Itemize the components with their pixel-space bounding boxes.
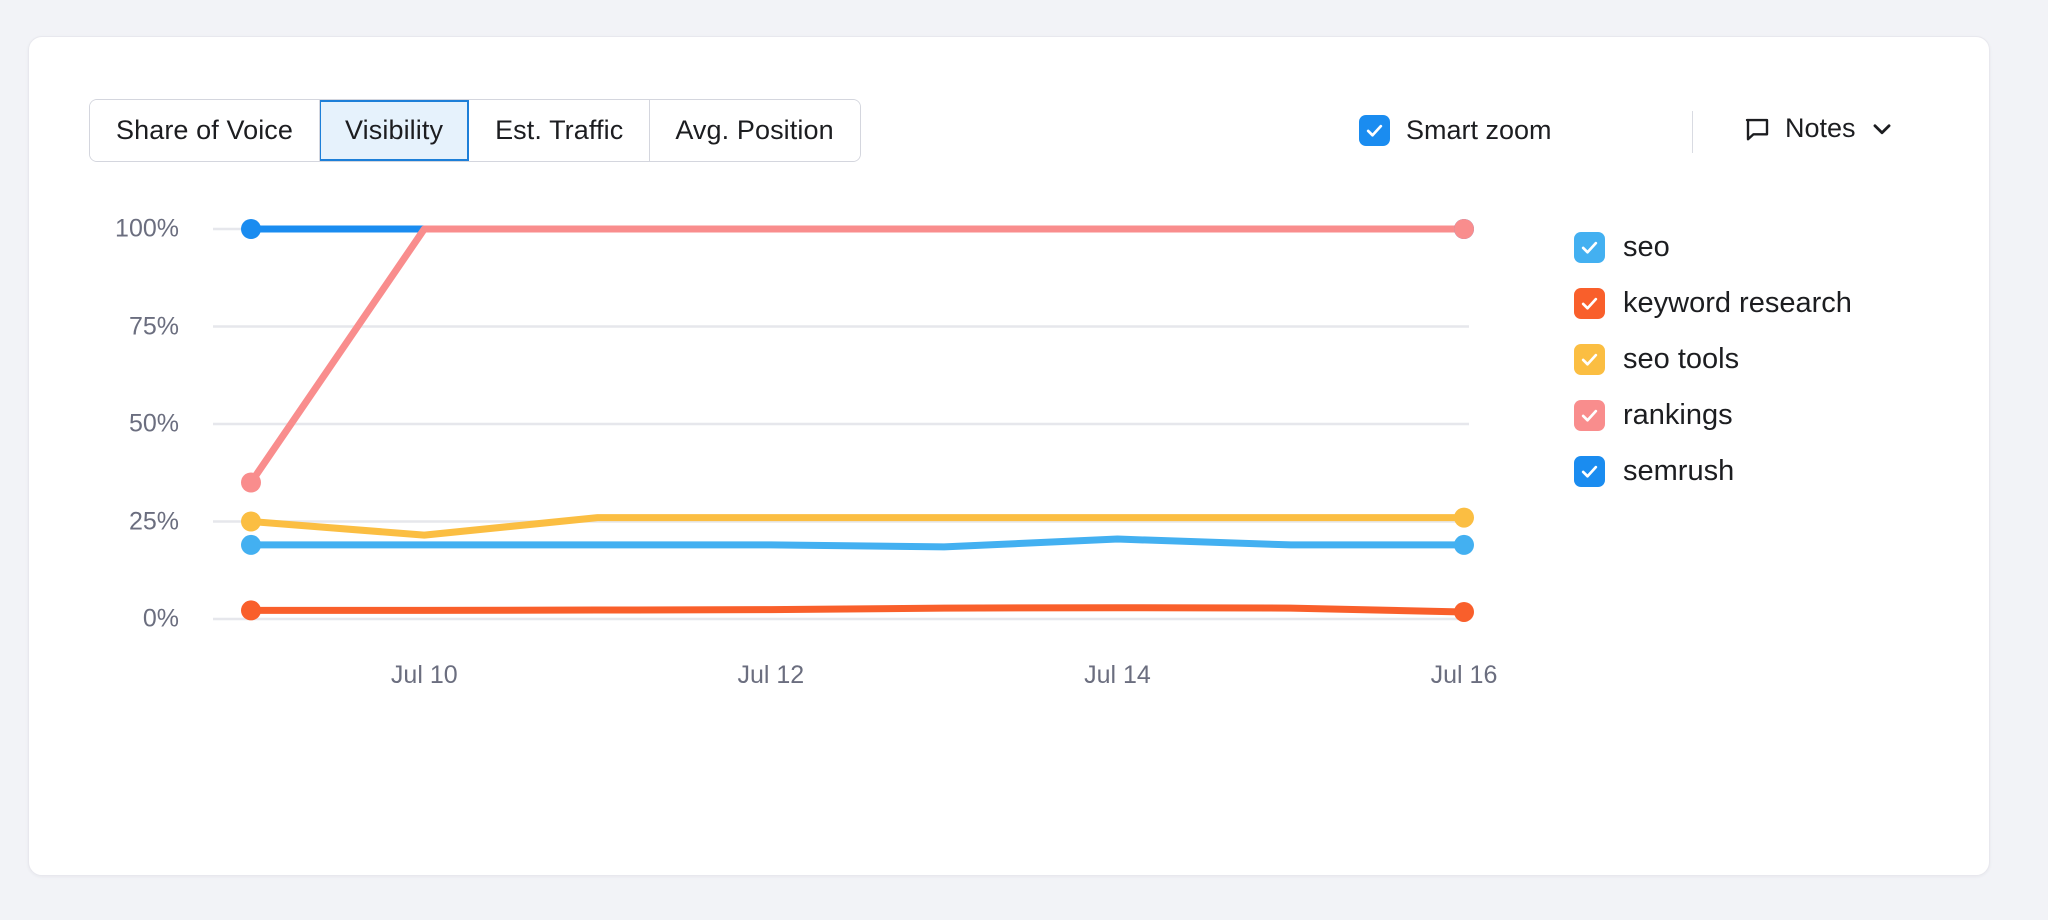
legend-item-rankings[interactable]: rankings [1574, 400, 1852, 431]
series-line-rankings [251, 229, 1464, 483]
legend-checkbox[interactable] [1574, 288, 1605, 319]
series-legend[interactable]: seo keyword research seo tools rankings semr… [1574, 232, 1852, 487]
series-line-keyword-research [251, 608, 1464, 612]
series-endpoint-seo-tools [1454, 508, 1474, 528]
series-endpoint-seo [241, 535, 261, 555]
legend-checkbox[interactable] [1574, 400, 1605, 431]
series-endpoint-semrush [241, 219, 261, 239]
legend-label: keyword research [1623, 289, 1852, 318]
series-line-seo-tools [251, 518, 1464, 536]
tab-label: Est. Traffic [495, 115, 623, 146]
smart-zoom-checkbox[interactable] [1359, 115, 1390, 146]
legend-checkbox[interactable] [1574, 344, 1605, 375]
toolbar-divider [1692, 111, 1693, 153]
tab-label: Visibility [345, 115, 443, 146]
legend-label: seo tools [1623, 345, 1739, 374]
legend-item-semrush[interactable]: semrush [1574, 456, 1852, 487]
x-tick-label: Jul 14 [1084, 661, 1151, 690]
series-endpoint-seo [1454, 535, 1474, 555]
notes-dropdown[interactable]: Notes [1742, 113, 1895, 144]
metric-tab-group[interactable]: Share of Voice Visibility Est. Traffic Avg.… [89, 99, 861, 162]
x-tick-label: Jul 16 [1431, 661, 1498, 690]
legend-item-keyword-research[interactable]: keyword research [1574, 288, 1852, 319]
x-tick-label: Jul 10 [391, 661, 458, 690]
tab-visibility[interactable]: Visibility [319, 100, 469, 161]
notes-label: Notes [1785, 113, 1856, 144]
series-endpoint-rankings [1454, 219, 1474, 239]
legend-item-seo-tools[interactable]: seo tools [1574, 344, 1852, 375]
series-line-seo [251, 539, 1464, 547]
legend-label: semrush [1623, 457, 1734, 486]
series-endpoint-rankings [241, 473, 261, 493]
series-endpoint-seo-tools [241, 512, 261, 532]
note-bubble-icon [1742, 114, 1772, 144]
tab-avg-position[interactable]: Avg. Position [649, 100, 859, 161]
legend-item-seo[interactable]: seo [1574, 232, 1852, 263]
legend-label: rankings [1623, 401, 1733, 430]
smart-zoom-toggle[interactable]: Smart zoom [1359, 115, 1552, 146]
chart-toolbar: Share of Voice Visibility Est. Traffic Avg.… [29, 37, 1989, 167]
chevron-down-icon[interactable] [1869, 116, 1895, 142]
smart-zoom-label: Smart zoom [1406, 115, 1552, 146]
legend-checkbox[interactable] [1574, 456, 1605, 487]
series-endpoint-keyword-research [1454, 602, 1474, 622]
x-tick-label: Jul 12 [737, 661, 804, 690]
tab-label: Share of Voice [116, 115, 293, 146]
tab-share-of-voice[interactable]: Share of Voice [90, 100, 319, 161]
legend-label: seo [1623, 233, 1670, 262]
tab-label: Avg. Position [675, 115, 833, 146]
visibility-chart-card: Share of Voice Visibility Est. Traffic Avg.… [28, 36, 1990, 876]
tab-est-traffic[interactable]: Est. Traffic [469, 100, 649, 161]
series-endpoint-keyword-research [241, 600, 261, 620]
legend-checkbox[interactable] [1574, 232, 1605, 263]
